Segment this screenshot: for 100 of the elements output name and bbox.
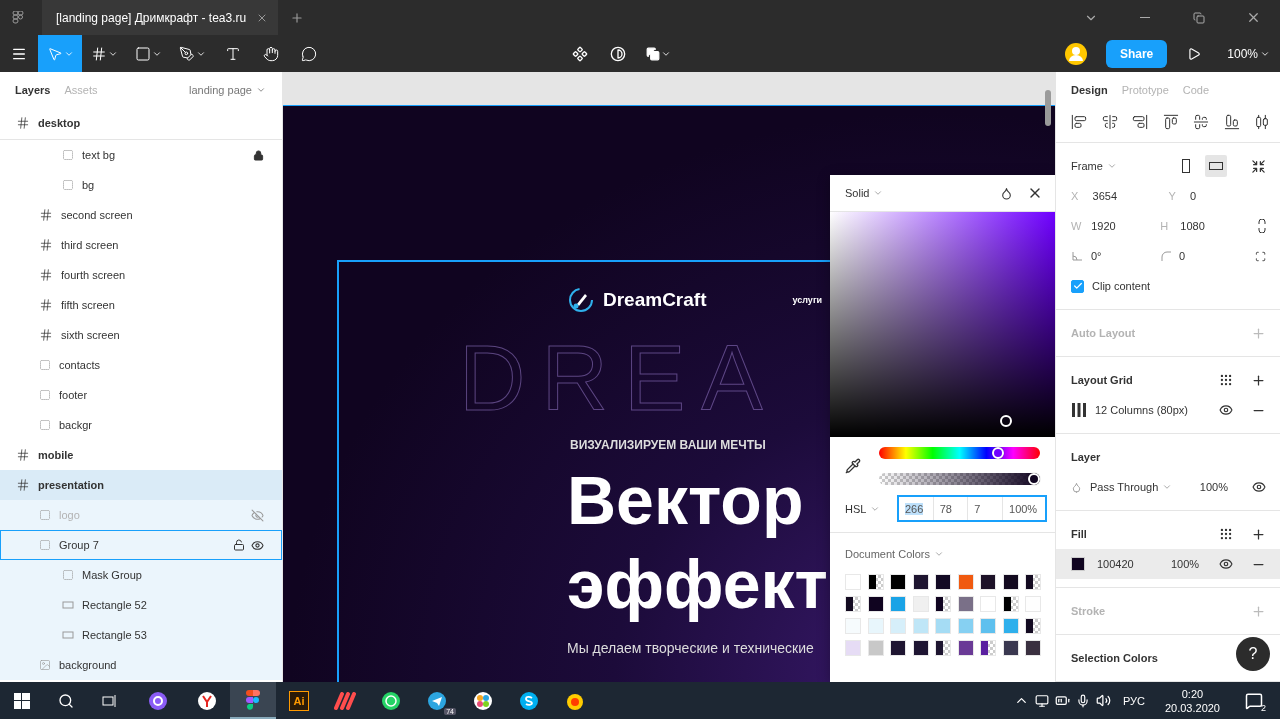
color-swatch[interactable] [890, 640, 906, 656]
notifications-button[interactable]: 2 [1234, 682, 1274, 719]
frame-type-dropdown[interactable]: Frame [1071, 160, 1117, 172]
fill-row[interactable]: 100420 100% [1056, 549, 1280, 579]
opacity-handle[interactable] [1028, 473, 1040, 485]
color-swatch[interactable] [1002, 618, 1019, 634]
hue-slider[interactable] [879, 447, 1040, 459]
color-area[interactable] [830, 212, 1055, 437]
language-indicator[interactable]: РУС [1122, 694, 1145, 707]
color-swatch[interactable] [890, 596, 906, 612]
layer-row[interactable]: Group 7 [0, 530, 282, 560]
color-swatch[interactable] [980, 574, 996, 590]
clip-content-option[interactable]: Clip content [1056, 271, 1280, 301]
styles-icon[interactable] [1219, 527, 1233, 541]
new-tab-icon[interactable] [290, 10, 305, 25]
clock-time[interactable]: 0:20 [1181, 686, 1204, 701]
unlock-icon[interactable] [233, 539, 245, 551]
color-swatch[interactable] [912, 574, 929, 590]
fullscreen-icon[interactable] [1254, 249, 1266, 263]
color-swatch[interactable] [845, 596, 861, 612]
nav-link[interactable]: услуги [792, 295, 823, 305]
resize-icon[interactable] [1251, 158, 1266, 174]
styles-icon[interactable] [1219, 373, 1233, 387]
add-icon[interactable] [1251, 526, 1266, 542]
color-chip[interactable] [1071, 557, 1085, 571]
taskbar-app[interactable]: Ai [276, 682, 322, 719]
field-value[interactable]: 1080 [1180, 220, 1242, 232]
eye-icon[interactable] [251, 538, 264, 552]
color-swatch[interactable] [935, 574, 951, 590]
layer-row[interactable]: presentation [0, 470, 282, 500]
color-swatch[interactable] [890, 574, 906, 590]
clock-date[interactable]: 20.03.2020 [1164, 700, 1220, 715]
align-right-icon[interactable] [1132, 113, 1148, 130]
color-swatch[interactable] [1025, 574, 1041, 590]
microphone-icon[interactable] [1075, 693, 1090, 708]
panel-tab[interactable]: Design [1071, 83, 1108, 96]
color-swatch[interactable] [1025, 640, 1041, 656]
color-swatch[interactable] [957, 640, 974, 656]
network-icon[interactable] [1034, 693, 1049, 708]
color-swatch[interactable] [957, 574, 974, 590]
align-center-icon[interactable] [1101, 113, 1118, 130]
color-swatch[interactable] [867, 640, 884, 656]
color-swatch[interactable] [867, 596, 884, 612]
swatch-library-dropdown[interactable]: Document Colors [830, 533, 1055, 574]
paint-type-dropdown[interactable]: Solid [845, 187, 884, 199]
zoom-dropdown[interactable]: 100% [1227, 46, 1270, 61]
blend-mode-dropdown[interactable]: Pass Through [1090, 481, 1173, 493]
eye-icon[interactable] [1219, 403, 1233, 417]
align-middle-icon[interactable] [1193, 113, 1209, 130]
battery-icon[interactable] [1054, 693, 1070, 708]
color-swatch[interactable] [912, 640, 929, 656]
constrain-icon[interactable] [1257, 219, 1266, 233]
hex-value[interactable]: 100420 [1097, 558, 1163, 570]
eye-icon[interactable] [1219, 557, 1233, 571]
layer-row[interactable]: Rectangle 53 [0, 620, 282, 650]
opacity-slider[interactable] [879, 473, 1040, 485]
opacity-value[interactable]: 100% [1199, 481, 1228, 493]
opacity-value[interactable]: 100% [1171, 558, 1200, 570]
color-swatch[interactable] [935, 618, 951, 634]
droplet-icon[interactable] [1000, 186, 1013, 200]
color-swatch[interactable] [957, 596, 974, 612]
align-left-icon[interactable] [1071, 113, 1087, 130]
color-swatch[interactable] [890, 618, 906, 634]
page-dropdown[interactable]: landing page [189, 83, 266, 96]
add-icon[interactable] [1251, 372, 1266, 388]
color-format-dropdown[interactable]: HSL [845, 502, 881, 515]
color-swatch[interactable] [867, 574, 884, 590]
distribute-icon[interactable] [1254, 113, 1270, 130]
document-tab[interactable]: [landing page] Дримкрафт - tea3.ru [42, 0, 279, 35]
color-swatch[interactable] [845, 640, 861, 656]
field-value[interactable]: 3654 [1092, 190, 1161, 202]
color-swatch[interactable] [1002, 574, 1019, 590]
color-swatch[interactable] [980, 618, 996, 634]
scrollbar[interactable] [1045, 90, 1051, 126]
layer-row[interactable]: background [0, 650, 282, 680]
volume-icon[interactable] [1095, 693, 1111, 708]
color-handle[interactable] [999, 415, 1012, 428]
eye-icon[interactable] [1252, 480, 1266, 494]
field-value[interactable]: 0° [1091, 250, 1151, 262]
color-swatch[interactable] [935, 596, 951, 612]
color-swatch[interactable] [1002, 640, 1019, 656]
eyedropper-icon[interactable] [845, 458, 861, 474]
color-swatch[interactable] [1002, 596, 1019, 612]
align-top-icon[interactable] [1162, 113, 1179, 130]
layer-row[interactable]: Mask Group [0, 560, 282, 590]
hue-handle[interactable] [992, 447, 1005, 459]
field-value[interactable]: 1920 [1091, 220, 1153, 232]
field-value[interactable]: 0 [1178, 250, 1239, 262]
color-swatch[interactable] [935, 640, 951, 656]
field-value[interactable]: 0 [1190, 190, 1258, 202]
color-swatch[interactable] [1025, 618, 1041, 634]
lock-icon[interactable] [253, 149, 264, 161]
layer-row[interactable]: Rectangle 52 [0, 590, 282, 620]
grid-label[interactable]: 12 Columns (80px) [1095, 404, 1188, 416]
color-swatch[interactable] [957, 618, 974, 634]
color-swatch[interactable] [980, 640, 996, 656]
panel-tab[interactable]: Layers [15, 83, 51, 96]
landscape-button[interactable] [1205, 155, 1227, 177]
help-button[interactable]: ? [1236, 637, 1270, 671]
align-bottom-icon[interactable] [1223, 113, 1240, 130]
